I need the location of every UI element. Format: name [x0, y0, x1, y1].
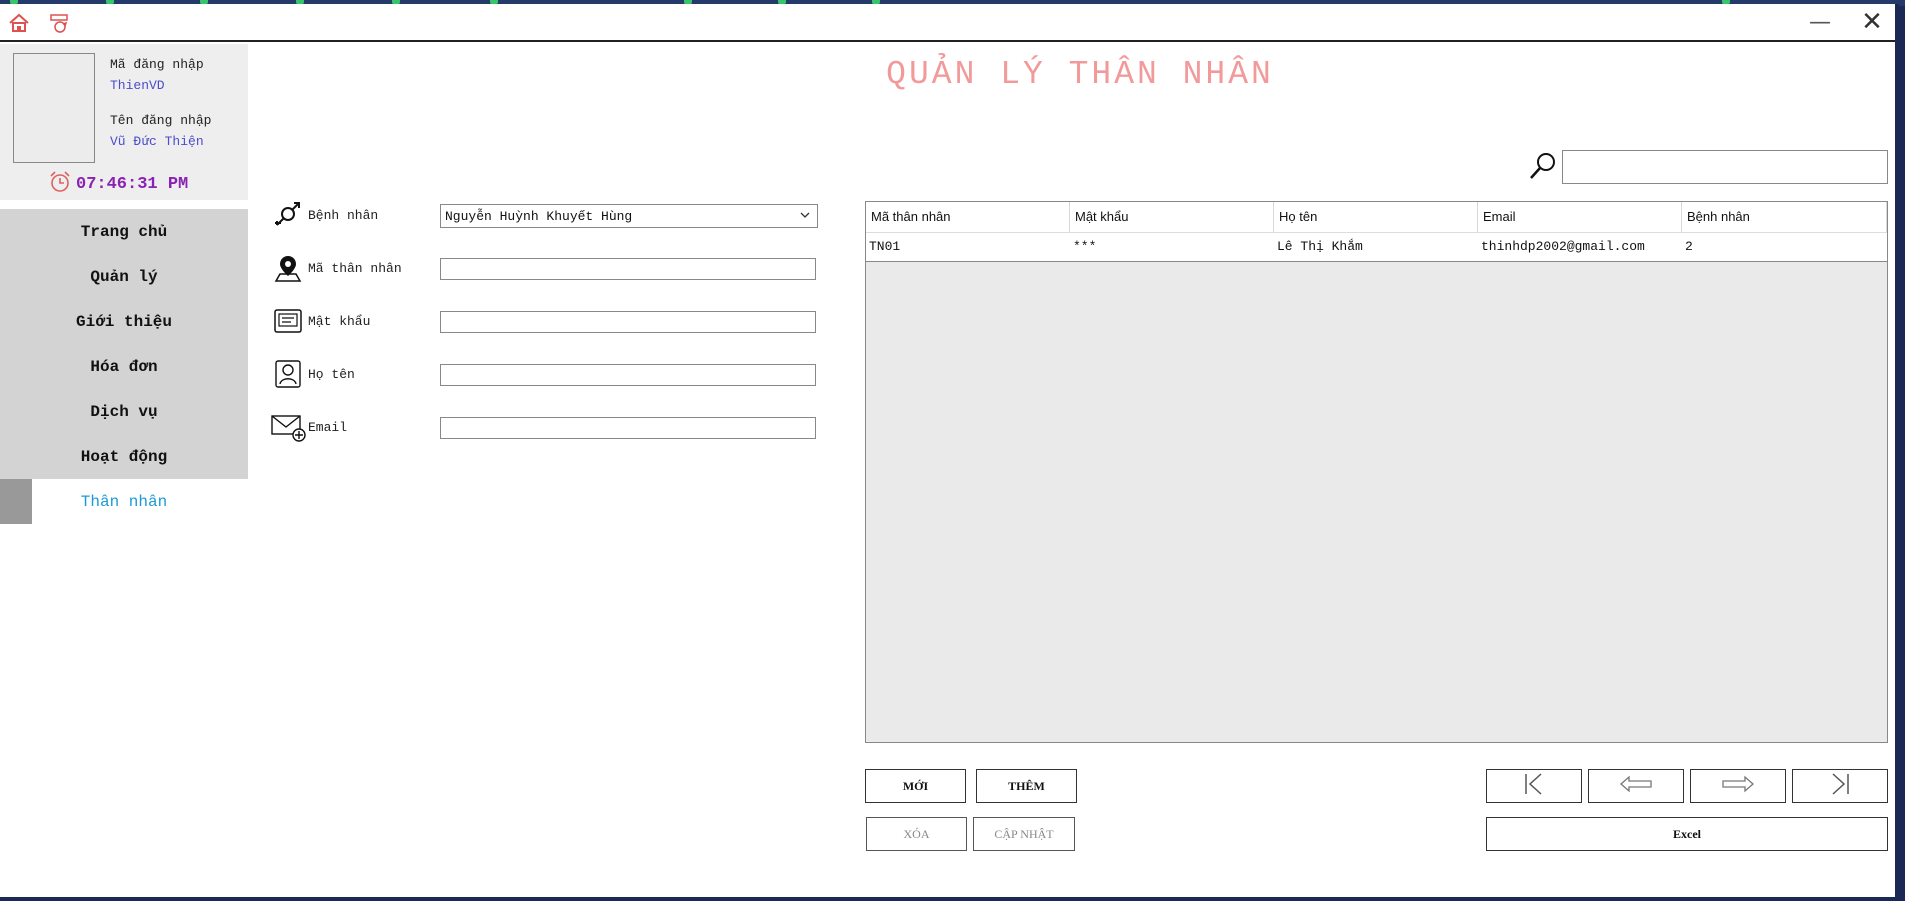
- chevron-down-icon: [799, 208, 811, 226]
- cell-fullname: Lê Thị Khắm: [1277, 239, 1363, 254]
- login-code-value: ThienVD: [110, 78, 165, 93]
- nav-item-relatives[interactable]: Thân nhân: [0, 479, 248, 524]
- desktop-strip: [0, 897, 1905, 901]
- search-input[interactable]: [1562, 150, 1888, 184]
- fullname-row: Họ tên: [270, 359, 438, 389]
- email-add-icon: [270, 412, 306, 442]
- clock: 07:46:31 PM: [48, 170, 188, 199]
- nav-item-manage[interactable]: Quản lý: [0, 254, 248, 299]
- sidebar-nav: Trang chủ Quản lý Giới thiệu Hóa đơn Dịc…: [0, 209, 248, 524]
- avatar: [13, 53, 95, 163]
- relative-id-label: Mã thân nhân: [308, 260, 402, 276]
- email-label: Email: [308, 419, 348, 435]
- app-window: — ✕ Mã đăng nhập ThienVD Tên đăng nhập V…: [0, 4, 1899, 897]
- column-header-patient[interactable]: Bệnh nhân: [1682, 202, 1887, 232]
- patient-label: Bệnh nhân: [308, 207, 379, 223]
- title-bar: — ✕: [0, 4, 1895, 42]
- cell-relative-id: TN01: [869, 239, 901, 254]
- first-page-icon: [1521, 772, 1547, 801]
- arrow-right-icon: [1721, 774, 1755, 799]
- table-row[interactable]: TN01 *** Lê Thị Khắm thinhdp2002@gmail.c…: [866, 233, 1887, 262]
- new-button[interactable]: MỚI: [865, 769, 966, 803]
- arrow-left-icon: [1619, 774, 1653, 799]
- first-page-button[interactable]: [1486, 769, 1582, 803]
- nav-item-home[interactable]: Trang chủ: [0, 209, 248, 254]
- relative-id-row: Mã thân nhân: [270, 253, 438, 283]
- search-icon[interactable]: [1528, 150, 1558, 187]
- cell-patient: 2: [1685, 239, 1693, 254]
- fullname-input[interactable]: [440, 364, 816, 386]
- password-row: Mật khẩu: [270, 306, 438, 336]
- password-card-icon: [270, 306, 306, 336]
- login-name-value: Vũ Đức Thiện: [110, 134, 204, 149]
- fullname-label: Họ tên: [308, 366, 355, 382]
- email-row: Email: [270, 412, 438, 442]
- nav-item-service[interactable]: Dịch vụ: [0, 389, 248, 434]
- clock-time: 07:46:31 PM: [76, 175, 189, 194]
- password-label: Mật khẩu: [308, 313, 371, 329]
- refresh-icon[interactable]: [46, 10, 72, 36]
- password-input[interactable]: [440, 311, 816, 333]
- gender-icon: [270, 200, 306, 230]
- nav-item-about[interactable]: Giới thiệu: [0, 299, 248, 344]
- relative-id-input[interactable]: [440, 258, 816, 280]
- patient-select[interactable]: Nguyễn Huỳnh Khuyết Hùng: [440, 204, 818, 228]
- last-page-icon: [1827, 772, 1853, 801]
- nav-item-relatives-label: Thân nhân: [80, 492, 168, 511]
- login-name-label: Tên đăng nhập: [110, 113, 212, 128]
- person-icon: [270, 359, 306, 389]
- add-button[interactable]: THÊM: [976, 769, 1077, 803]
- patient-select-value: Nguyễn Huỳnh Khuyết Hùng: [445, 208, 633, 224]
- user-panel: Mã đăng nhập ThienVD Tên đăng nhập Vũ Đứ…: [0, 44, 248, 200]
- column-header-relative-id[interactable]: Mã thân nhân: [866, 202, 1070, 232]
- patient-row: Bệnh nhân: [270, 200, 438, 230]
- location-pin-icon: [270, 253, 306, 283]
- cell-email: thinhdp2002@gmail.com: [1481, 239, 1645, 254]
- alarm-clock-icon: [48, 170, 72, 199]
- column-header-password[interactable]: Mật khẩu: [1070, 202, 1274, 232]
- last-page-button[interactable]: [1792, 769, 1888, 803]
- page-title: QUẢN LÝ THÂN NHÂN: [886, 56, 1274, 93]
- column-header-fullname[interactable]: Họ tên: [1274, 202, 1478, 232]
- nav-item-invoice[interactable]: Hóa đơn: [0, 344, 248, 389]
- nav-item-activity[interactable]: Hoạt động: [0, 434, 248, 479]
- next-page-button[interactable]: [1690, 769, 1786, 803]
- close-button[interactable]: ✕: [1857, 4, 1887, 40]
- login-code-label: Mã đăng nhập: [110, 57, 204, 72]
- update-button[interactable]: CẬP NHẬT: [973, 817, 1075, 851]
- active-marker: [0, 479, 32, 524]
- relatives-table: Mã thân nhân Mật khẩu Họ tên Email Bệnh …: [865, 201, 1888, 743]
- column-header-email[interactable]: Email: [1478, 202, 1682, 232]
- prev-page-button[interactable]: [1588, 769, 1684, 803]
- excel-button[interactable]: Excel: [1486, 817, 1888, 851]
- home-icon[interactable]: [6, 10, 32, 36]
- minimize-button[interactable]: —: [1805, 4, 1835, 40]
- delete-button[interactable]: XÓA: [866, 817, 967, 851]
- cell-password: ***: [1073, 239, 1097, 254]
- email-input[interactable]: [440, 417, 816, 439]
- table-header: Mã thân nhân Mật khẩu Họ tên Email Bệnh …: [866, 202, 1887, 233]
